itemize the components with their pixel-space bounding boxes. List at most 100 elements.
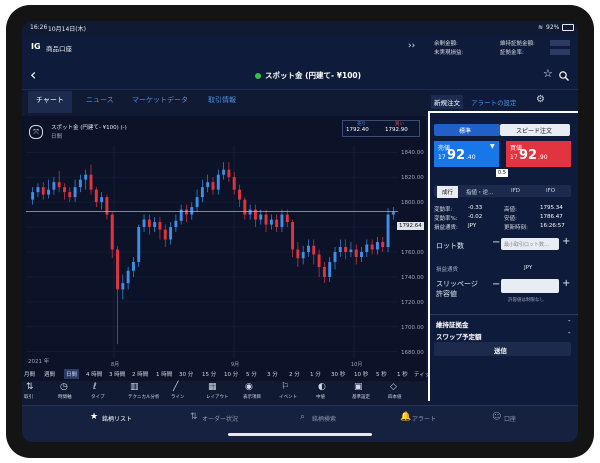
candle-body bbox=[301, 252, 305, 259]
decrease-slippage-button[interactable]: − bbox=[492, 279, 500, 290]
ohlc-icon: ◇ bbox=[390, 382, 397, 392]
search-icon: ⌕ bbox=[300, 412, 306, 422]
tool-label: 中値 bbox=[316, 395, 325, 400]
mode-speed-button[interactable]: スピード注文 bbox=[516, 126, 552, 135]
timeframe-14[interactable]: 30 秒 bbox=[331, 370, 345, 378]
timeframe-15[interactable]: 10 秒 bbox=[354, 370, 368, 378]
timeframe-8[interactable]: 15 分 bbox=[202, 370, 216, 378]
timeframe-5[interactable]: 2 時間 bbox=[132, 370, 148, 378]
tab-market-data[interactable]: マーケットデータ bbox=[132, 95, 188, 105]
candle-body bbox=[84, 174, 88, 180]
slippage-input[interactable] bbox=[501, 279, 559, 293]
expand-account-button[interactable]: ›› bbox=[408, 41, 415, 51]
tool-label: レイアウト bbox=[206, 395, 229, 400]
candle-body bbox=[31, 192, 35, 200]
candlestick-chart[interactable]: 1840.001820.001800.001780.001760.001740.… bbox=[22, 116, 426, 368]
account-name[interactable]: 商品口座 bbox=[46, 43, 72, 53]
technical-icon: ▥ bbox=[130, 382, 139, 392]
market-title-bar: ‹ スポット金 (円建て- ¥100) ☆ bbox=[22, 63, 578, 90]
nav-label: 口座 bbox=[504, 416, 517, 423]
y-tick-label: 1840.00 bbox=[401, 150, 424, 156]
submit-button[interactable]: 送信 bbox=[434, 342, 571, 356]
tool-label: タイプ bbox=[91, 395, 105, 400]
mode-standard-button[interactable]: 標準 bbox=[459, 126, 471, 135]
stat-value: -0.33 bbox=[468, 205, 483, 211]
timeframe-0[interactable]: 月間 bbox=[24, 370, 35, 378]
increase-slippage-button[interactable]: + bbox=[562, 278, 570, 289]
tab-trade-info[interactable]: 取引情報 bbox=[208, 95, 236, 105]
timeframe-16[interactable]: 5 秒 bbox=[376, 370, 387, 378]
buy-price: 92 bbox=[519, 148, 538, 163]
candle-body bbox=[275, 219, 279, 228]
candle-body bbox=[248, 209, 252, 215]
order-type-ifd[interactable]: IFD bbox=[511, 188, 520, 194]
buy-button[interactable]: 買値 17 92 .90 bbox=[506, 141, 571, 167]
margin-label: 余剰金額: bbox=[434, 41, 458, 47]
margin-label: 維持証拠金 bbox=[436, 321, 469, 329]
timeframe-1[interactable]: 週間 bbox=[44, 370, 55, 378]
swap-toggle[interactable]: - bbox=[568, 329, 571, 337]
y-tick-label: 1720.00 bbox=[401, 300, 424, 306]
stat-label: 更新時刻: bbox=[504, 225, 528, 231]
sell-button[interactable]: 売値 17 92 .40 ▼ bbox=[434, 141, 499, 167]
timeframe-3[interactable]: 4 時間 bbox=[86, 370, 102, 378]
deposit-label: 証拠金率: bbox=[500, 50, 524, 56]
status-date: 10月14日(木) bbox=[48, 26, 86, 33]
candle-body bbox=[227, 169, 231, 178]
timeframe-12[interactable]: 2 分 bbox=[289, 370, 300, 378]
timeframe-9[interactable]: 10 分 bbox=[224, 370, 238, 378]
account-icon: ☺ bbox=[492, 412, 502, 422]
price-chart[interactable]: 1840.001820.001800.001780.001760.001740.… bbox=[22, 116, 426, 386]
timeframe-13[interactable]: 1 分 bbox=[310, 370, 321, 378]
candle-body bbox=[57, 182, 61, 188]
fullscreen-icon[interactable]: ⤧ bbox=[29, 125, 43, 139]
margin-toggle[interactable]: - bbox=[568, 317, 571, 325]
candle-body bbox=[121, 283, 125, 290]
candle-body bbox=[365, 244, 369, 252]
nav-label: オーダー状況 bbox=[202, 416, 239, 423]
star-icon[interactable]: ☆ bbox=[543, 67, 553, 80]
timeframe-6[interactable]: 1 時間 bbox=[156, 370, 172, 378]
candle-body bbox=[147, 219, 151, 228]
chart-instrument: スポット金 (円建て- ¥100) (-) bbox=[51, 125, 127, 131]
tab-new-order[interactable]: 新規注文 bbox=[431, 95, 463, 109]
timeframe-4[interactable]: 3 時間 bbox=[109, 370, 125, 378]
candle-body bbox=[349, 249, 353, 252]
timeframe-2[interactable]: 日間 bbox=[64, 369, 80, 379]
gear-icon[interactable]: ⚙ bbox=[536, 94, 545, 105]
lots-input[interactable]: 最小取引ロット数… bbox=[501, 238, 559, 250]
candle-body bbox=[94, 189, 98, 203]
candle-body bbox=[153, 222, 157, 228]
candle-body bbox=[370, 244, 374, 250]
masked-value bbox=[550, 40, 570, 46]
order-type-limit[interactable]: 指値・逆… bbox=[466, 188, 494, 196]
candle-body bbox=[360, 252, 363, 257]
y-tick-label: 1680.00 bbox=[401, 350, 424, 356]
tab-alert-settings[interactable]: アラートの設定 bbox=[471, 97, 517, 107]
tab-chart[interactable]: チャート bbox=[28, 91, 72, 113]
account-bar: IG 商品口座 ›› 余剰金額: 未実現損益: 維持証拠金額: 証拠金率: bbox=[22, 35, 578, 64]
candle-body bbox=[68, 192, 72, 198]
back-button[interactable]: ‹ bbox=[30, 65, 36, 84]
order-type-ifo[interactable]: IFO bbox=[546, 188, 555, 194]
timeframe-7[interactable]: 30 分 bbox=[179, 370, 193, 378]
candle-body bbox=[381, 242, 385, 248]
order-type-market[interactable]: 成行 bbox=[437, 186, 459, 198]
timeframe-10[interactable]: 5 分 bbox=[246, 370, 257, 378]
battery-level: 92% bbox=[546, 24, 560, 31]
buy-price-decimal: .90 bbox=[538, 154, 548, 161]
decrease-lots-button[interactable]: − bbox=[492, 237, 500, 248]
timeframe-17[interactable]: 1 秒 bbox=[397, 370, 408, 378]
search-icon[interactable] bbox=[559, 71, 569, 81]
stat-label: 変動率: bbox=[434, 207, 453, 213]
candle-body bbox=[328, 261, 332, 277]
timeframe-11[interactable]: 3 分 bbox=[267, 370, 278, 378]
price-box: 売り 1792.40 買い 1792.90 bbox=[342, 120, 420, 137]
candle-body bbox=[105, 197, 109, 215]
sell-box-price: 1792.40 bbox=[346, 127, 369, 133]
y-tick-label: 1800.00 bbox=[401, 200, 424, 206]
increase-lots-button[interactable]: + bbox=[562, 236, 570, 247]
tab-news[interactable]: ニュース bbox=[86, 95, 114, 105]
candle-body bbox=[137, 227, 141, 262]
currency-value: JPY bbox=[524, 265, 533, 271]
